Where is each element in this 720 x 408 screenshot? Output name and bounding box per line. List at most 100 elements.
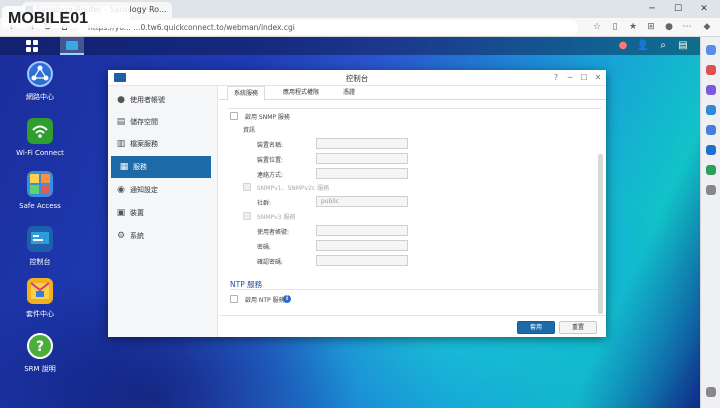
watermark-text: MOBILE01 — [8, 10, 88, 27]
user-icon[interactable]: 👤 — [636, 39, 650, 53]
desktop-icon-label: Safe Access — [19, 202, 61, 210]
mobile01-watermark: MOBILE01 — [2, 4, 130, 30]
desktop-icon-label: 套件中心 — [26, 310, 54, 318]
star-icon[interactable]: ☆ — [590, 20, 604, 35]
enable-snmp-checkbox[interactable] — [230, 112, 238, 120]
drop-icon[interactable] — [706, 165, 716, 175]
enable-ntp-checkbox[interactable] — [230, 295, 238, 303]
control-panel-window: 控制台 ? ─ ☐ ✕ ● 使用者帳號 ▤ 儲存空間 ▥ 檔案服務 ▦ 服務 ◉… — [108, 70, 606, 337]
desktop-icon-label: SRM 說明 — [24, 365, 56, 373]
desktop-icon-safe-access[interactable]: Safe Access — [5, 171, 75, 210]
taskbar-control-panel[interactable] — [60, 37, 84, 55]
desktop-icon-label: 控制台 — [29, 258, 51, 266]
widgets-icon[interactable]: ▤ — [676, 39, 690, 53]
snmp-v1v2-checkbox[interactable] — [243, 183, 251, 191]
sidebar-item-label: 裝置 — [130, 209, 144, 217]
username-field[interactable] — [316, 225, 408, 236]
tab-certificates[interactable]: 憑證 — [337, 86, 361, 100]
office-icon[interactable] — [706, 125, 716, 135]
sidebar-item-storage[interactable]: ▤ 儲存空間 — [108, 111, 218, 133]
sidebar-item-file-services[interactable]: ▥ 檔案服務 — [108, 133, 218, 155]
sidebar-item-label: 使用者帳號 — [130, 96, 165, 104]
community-field[interactable]: public — [316, 196, 408, 207]
sidebar-item-label: 儲存空間 — [130, 118, 158, 126]
favorites-icon[interactable]: ★ — [626, 20, 640, 35]
maximize-icon[interactable]: ☐ — [578, 72, 590, 84]
tools-icon[interactable] — [706, 85, 716, 95]
sidebar-item-user-accounts[interactable]: ● 使用者帳號 — [108, 89, 218, 111]
games-icon[interactable] — [706, 105, 716, 115]
device-name-field[interactable] — [316, 138, 408, 149]
confirm-password-field[interactable] — [316, 255, 408, 266]
collections-icon[interactable]: ⊞ — [644, 20, 658, 35]
community-label: 社群: — [257, 200, 272, 207]
tab-app-privileges[interactable]: 應用程式權限 — [277, 86, 325, 100]
split-screen-icon[interactable]: ▯ — [608, 20, 622, 35]
notification-icon[interactable]: ● — [616, 39, 630, 53]
shopping-icon[interactable] — [706, 65, 716, 75]
help-icon[interactable]: ? — [550, 72, 562, 84]
desktop-icon-srm-help[interactable]: ? SRM 說明 — [5, 333, 75, 374]
svg-text:?: ? — [36, 339, 44, 355]
search-icon[interactable] — [706, 45, 716, 55]
copilot-icon[interactable]: ◆ — [700, 20, 714, 35]
search-icon[interactable]: ⌕ — [656, 39, 670, 53]
password-label: 密碼: — [257, 244, 272, 251]
apply-button[interactable]: 套用 — [517, 321, 555, 334]
profile-icon[interactable]: ● — [662, 20, 676, 35]
snmp-v3-checkbox[interactable] — [243, 212, 251, 220]
snmp-v3-label: SNMPv3 服務 — [257, 214, 296, 221]
device-location-label: 裝置位置: — [257, 157, 284, 164]
network-center-icon — [27, 61, 53, 87]
content-scrollbar[interactable] — [598, 154, 603, 314]
sidebar-item-system[interactable]: ⚙ 系統 — [108, 225, 218, 247]
tab-system-services[interactable]: 系統服務 — [227, 86, 266, 101]
notification-icon: ◉ — [117, 185, 125, 195]
desktop-icon-label: 網路中心 — [26, 93, 54, 101]
wifi-icon — [27, 118, 53, 144]
reset-button[interactable]: 重置 — [559, 321, 597, 334]
url-field[interactable]: https://yo... ...0.tw6.quickconnect.to/w… — [78, 20, 578, 35]
window-title-bar[interactable]: 控制台 ? ─ ☐ ✕ — [108, 70, 606, 86]
minimize-icon[interactable]: ─ — [640, 0, 664, 18]
desktop-icon-package-center[interactable]: 套件中心 — [5, 278, 75, 319]
main-menu-icon[interactable] — [26, 39, 38, 53]
enable-ntp-label: 啟用 NTP 服務 — [245, 297, 285, 304]
info-icon[interactable]: i — [283, 295, 291, 303]
desktop-icon-wifi-connect[interactable]: Wi-Fi Connect — [5, 118, 75, 157]
services-icon: ▦ — [119, 162, 129, 172]
sidebar-item-label: 通知設定 — [130, 186, 158, 194]
contact-label: 連絡方式: — [257, 172, 284, 179]
snmp-info-heading: 資訊 — [243, 127, 256, 134]
contact-field[interactable] — [316, 168, 408, 179]
outlook-icon[interactable] — [706, 145, 716, 155]
package-center-icon — [27, 278, 53, 304]
user-icon: ● — [117, 95, 125, 105]
sidebar-item-services[interactable]: ▦ 服務 — [111, 156, 211, 178]
safe-access-icon — [27, 171, 53, 197]
sidebar-item-notifications[interactable]: ◉ 通知設定 — [108, 179, 218, 201]
maximize-icon[interactable]: ☐ — [666, 0, 690, 18]
sidebar-item-devices[interactable]: ▣ 裝置 — [108, 202, 218, 224]
system-gear-icon: ⚙ — [116, 231, 126, 241]
add-icon[interactable] — [706, 185, 716, 195]
browser-edge-sidebar — [700, 37, 720, 408]
control-panel-icon — [27, 226, 53, 252]
password-field[interactable] — [316, 240, 408, 251]
username-label: 使用者帳號: — [257, 229, 290, 236]
device-location-field[interactable] — [316, 153, 408, 164]
sidebar-item-label: 服務 — [133, 163, 147, 171]
help-icon: ? — [27, 333, 53, 359]
desktop-icon-control-panel[interactable]: 控制台 — [5, 226, 75, 267]
device-icon: ▣ — [116, 208, 126, 218]
more-icon[interactable]: ⋯ — [680, 20, 694, 35]
desktop-icon-network-center[interactable]: 網路中心 — [5, 61, 75, 102]
confirm-password-label: 確認密碼: — [257, 259, 284, 266]
minimize-icon[interactable]: ─ — [564, 72, 576, 84]
control-panel-sidebar: ● 使用者帳號 ▤ 儲存空間 ▥ 檔案服務 ▦ 服務 ◉ 通知設定 ▣ 裝置 ⚙… — [108, 86, 218, 337]
enable-snmp-label: 啟用 SNMP 服務 — [245, 114, 290, 121]
desktop-icon-label: Wi-Fi Connect — [16, 149, 64, 157]
close-window-icon[interactable]: ✕ — [692, 0, 716, 18]
settings-icon[interactable] — [706, 387, 716, 397]
close-icon[interactable]: ✕ — [592, 72, 604, 84]
